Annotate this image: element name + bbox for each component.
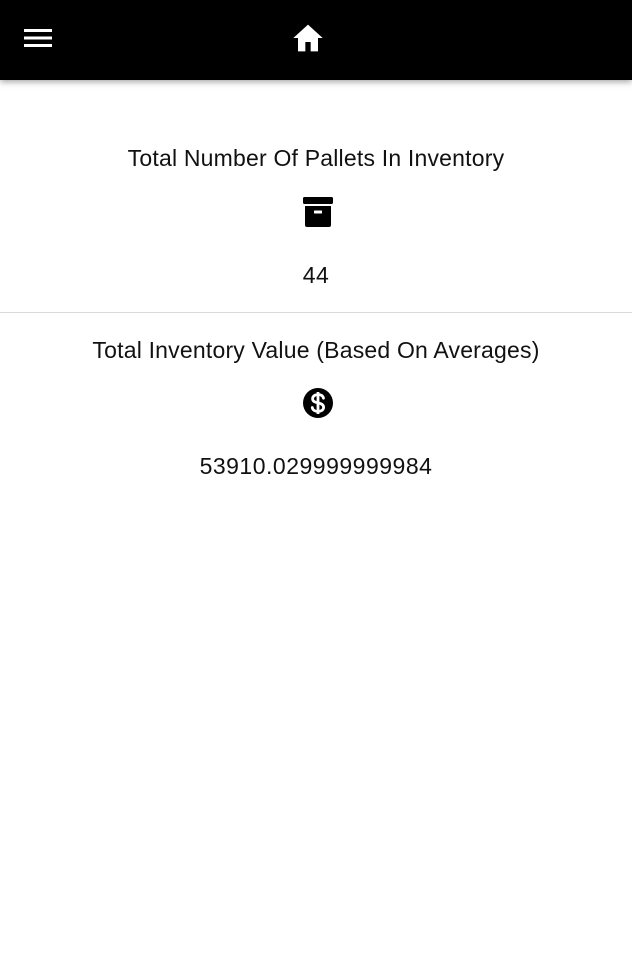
menu-button[interactable] xyxy=(18,18,58,58)
section-divider xyxy=(0,312,632,313)
inventory-value-stat-title: Total Inventory Value (Based On Averages… xyxy=(92,337,540,363)
pallets-stat-title: Total Number Of Pallets In Inventory xyxy=(127,145,505,171)
home-icon xyxy=(293,24,323,52)
inventory-value-stat-value: 53910.029999999984 xyxy=(199,453,433,479)
app-bar xyxy=(0,0,632,80)
pallets-stat-value: 44 xyxy=(302,262,330,288)
archive-box-icon xyxy=(300,194,336,230)
home-button[interactable] xyxy=(288,18,328,58)
hamburger-menu-icon xyxy=(24,29,52,47)
dollar-circle-icon xyxy=(300,385,336,421)
